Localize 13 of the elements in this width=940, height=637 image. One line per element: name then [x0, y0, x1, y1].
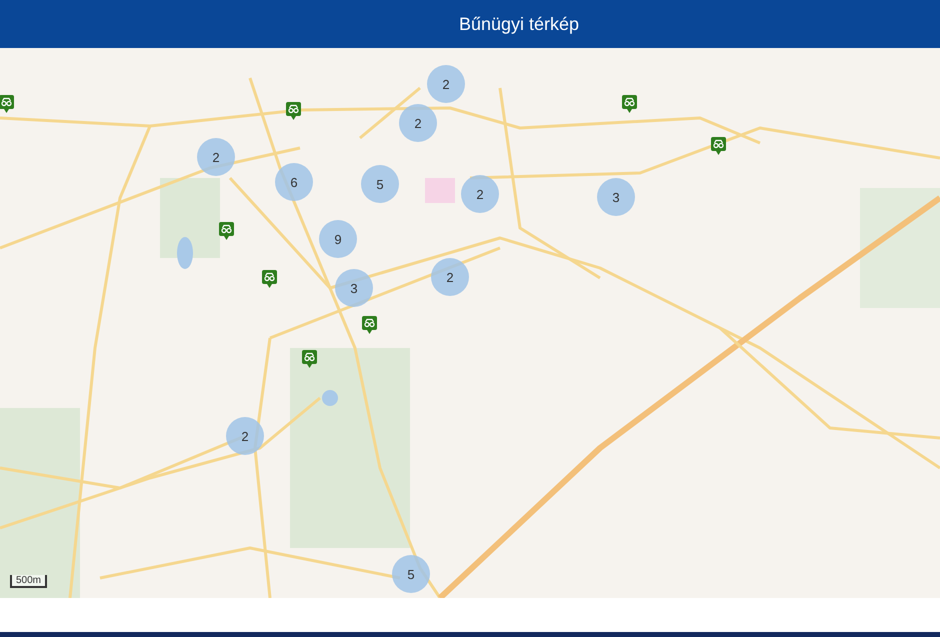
car-marker-icon[interactable] — [302, 350, 317, 368]
lake-area — [322, 390, 338, 406]
car-marker-icon[interactable] — [262, 270, 277, 288]
lake-area — [177, 237, 193, 269]
car-marker-icon[interactable] — [219, 222, 234, 240]
car-marker-icon[interactable] — [286, 102, 301, 120]
car-marker-icon[interactable] — [362, 316, 377, 334]
campus-area — [425, 178, 455, 203]
car-marker-icon[interactable] — [622, 95, 637, 113]
car-marker-icon[interactable] — [0, 95, 14, 113]
page-title: Bűnügyi térkép — [458, 14, 580, 34]
car-marker-icon[interactable] — [711, 137, 726, 155]
scale-bar: 500m — [10, 575, 48, 588]
